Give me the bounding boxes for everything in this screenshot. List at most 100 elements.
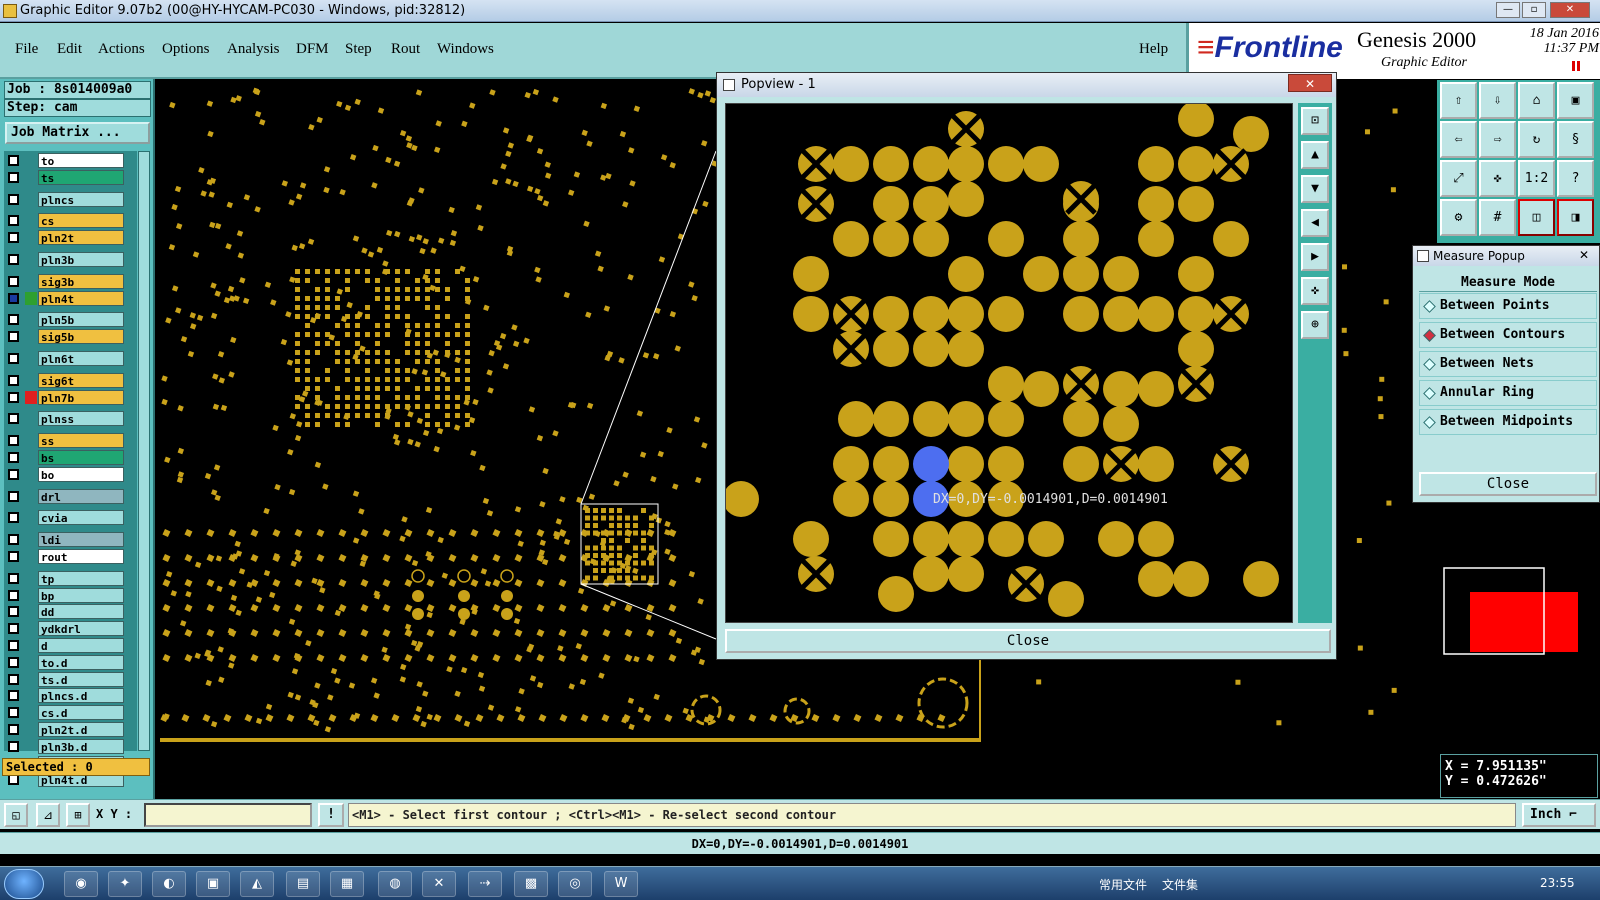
- layer-checkbox[interactable]: [8, 623, 19, 635]
- layer-row[interactable]: bp: [4, 587, 137, 603]
- layer-checkbox[interactable]: [8, 413, 19, 425]
- layer-row[interactable]: ydkdrl: [4, 621, 137, 637]
- pan-up-icon[interactable]: ▲: [1301, 141, 1329, 169]
- pan-right-icon[interactable]: ▶: [1301, 243, 1329, 271]
- taskbar-app-icon[interactable]: ◐: [152, 871, 186, 897]
- layer-name[interactable]: pln6t: [38, 351, 124, 366]
- layer-name[interactable]: bs: [38, 450, 124, 465]
- ruler-icon[interactable]: ⊿: [36, 803, 60, 827]
- layer-checkbox[interactable]: [8, 707, 19, 719]
- layer-row[interactable]: pln5b: [4, 312, 137, 328]
- layer-checkbox[interactable]: [8, 606, 19, 618]
- layer-name[interactable]: cs: [38, 213, 124, 229]
- layer-name[interactable]: to: [38, 153, 124, 168]
- layer-row[interactable]: tp: [4, 570, 137, 586]
- fit-window-icon[interactable]: ▣: [1557, 82, 1594, 119]
- layer-row[interactable]: pln7b: [4, 389, 137, 405]
- layer-row[interactable]: pln2t.d: [4, 722, 137, 737]
- layer-row[interactable]: drl: [4, 488, 137, 504]
- layer-name[interactable]: ts: [38, 169, 124, 185]
- menu-analysis[interactable]: Analysis: [227, 41, 280, 58]
- layer-row[interactable]: d: [4, 638, 137, 653]
- layer-name[interactable]: plncs.d: [38, 688, 124, 704]
- layer-name[interactable]: plnss: [38, 411, 124, 427]
- zoom-window-icon[interactable]: ⊡: [1301, 107, 1329, 135]
- layer-name[interactable]: pln2t: [38, 230, 124, 246]
- layer-row[interactable]: ss: [4, 433, 137, 449]
- menu-actions[interactable]: Actions: [98, 41, 145, 58]
- taskbar-app-icon[interactable]: ▩: [514, 871, 548, 897]
- redo-view-icon[interactable]: ↻: [1518, 121, 1555, 158]
- layer-checkbox[interactable]: [8, 353, 19, 364]
- layer-row[interactable]: cs.d: [4, 705, 137, 721]
- menu-dfm[interactable]: DFM: [296, 41, 329, 58]
- layer-checkbox[interactable]: [8, 232, 19, 244]
- layer-name[interactable]: pln2t.d: [38, 722, 124, 737]
- layer-name[interactable]: ss: [38, 433, 124, 449]
- zoom-ratio-icon[interactable]: 1:2: [1518, 160, 1555, 197]
- mode-between-midpoints[interactable]: Between Midpoints: [1419, 409, 1597, 435]
- layer-checkbox[interactable]: [8, 572, 19, 584]
- layer-name[interactable]: pln7b: [38, 389, 124, 405]
- layer-checkbox[interactable]: [8, 331, 19, 343]
- mode-between-points[interactable]: Between Points: [1419, 293, 1597, 319]
- zoom-out-icon[interactable]: ⊕: [1301, 311, 1329, 339]
- zoom-extents-icon[interactable]: ⤢: [1440, 160, 1477, 197]
- info-icon[interactable]: !: [318, 803, 344, 827]
- pan-down-icon[interactable]: ⇩: [1479, 82, 1516, 119]
- taskbar-app-icon[interactable]: W: [604, 871, 638, 897]
- layer-row[interactable]: ts.d: [4, 671, 137, 687]
- layer-checkbox[interactable]: [8, 490, 19, 502]
- layer-checkbox[interactable]: [8, 215, 19, 227]
- layer-name[interactable]: drl: [38, 488, 124, 504]
- layer-row[interactable]: cs: [4, 213, 137, 229]
- layer-checkbox[interactable]: [8, 452, 19, 463]
- layer-checkbox[interactable]: [8, 275, 19, 287]
- menu-file[interactable]: File: [15, 41, 38, 58]
- taskbar-app-icon[interactable]: ▦: [330, 871, 364, 897]
- menu-edit[interactable]: Edit: [57, 41, 82, 58]
- pan-left-icon[interactable]: ◀: [1301, 209, 1329, 237]
- layer-row[interactable]: cvia: [4, 510, 137, 526]
- pan-down-icon[interactable]: ▼: [1301, 175, 1329, 203]
- menu-options[interactable]: Options: [162, 41, 210, 58]
- home-icon[interactable]: ⌂: [1518, 82, 1555, 119]
- minimize-button[interactable]: —: [1496, 2, 1520, 18]
- layer-row[interactable]: pln3b: [4, 252, 137, 267]
- layer-checkbox[interactable]: [8, 740, 19, 752]
- layer-checkbox[interactable]: [8, 155, 19, 166]
- layer-compare-icon[interactable]: ◨: [1557, 199, 1594, 236]
- layer-checkbox[interactable]: [8, 774, 19, 786]
- layer-row[interactable]: sig5b: [4, 329, 137, 345]
- taskbar-app-icon[interactable]: ◉: [64, 871, 98, 897]
- taskbar-app-icon[interactable]: ◍: [378, 871, 412, 897]
- layer-row[interactable]: ts: [4, 169, 137, 185]
- pan-right-icon[interactable]: ⇨: [1479, 121, 1516, 158]
- layer-name[interactable]: plncs: [38, 191, 124, 207]
- layer-name[interactable]: pln3b: [38, 252, 124, 267]
- layer-checkbox[interactable]: [8, 374, 19, 386]
- help-icon[interactable]: ?: [1557, 160, 1594, 197]
- net-highlight-icon[interactable]: ◫: [1518, 199, 1555, 236]
- pan-left-icon[interactable]: ⇦: [1440, 121, 1477, 158]
- layer-name[interactable]: cvia: [38, 510, 124, 526]
- layer-name[interactable]: bo: [38, 466, 124, 482]
- close-window-button[interactable]: ✕: [1550, 2, 1590, 18]
- mode-between-nets[interactable]: Between Nets: [1419, 351, 1597, 377]
- measure-close-button[interactable]: Close: [1419, 472, 1597, 496]
- zoom-in-icon[interactable]: ✜: [1301, 277, 1329, 305]
- layer-row[interactable]: bs: [4, 450, 137, 465]
- menu-rout[interactable]: Rout: [391, 41, 420, 58]
- layer-name[interactable]: ydkdrl: [38, 621, 124, 637]
- popview-close-x-button[interactable]: ✕: [1288, 74, 1332, 92]
- overview-map[interactable]: [1440, 566, 1598, 676]
- start-button[interactable]: [4, 869, 44, 899]
- layer-list-scrollbar[interactable]: [138, 151, 150, 751]
- layer-name[interactable]: tp: [38, 570, 124, 586]
- taskbar-app-icon[interactable]: ▣: [196, 871, 230, 897]
- layer-name[interactable]: rout: [38, 549, 124, 564]
- layer-checkbox[interactable]: [8, 468, 19, 480]
- xy-input[interactable]: [144, 803, 312, 827]
- step-name[interactable]: Step: cam: [4, 99, 151, 117]
- layer-row[interactable]: sig3b: [4, 273, 137, 289]
